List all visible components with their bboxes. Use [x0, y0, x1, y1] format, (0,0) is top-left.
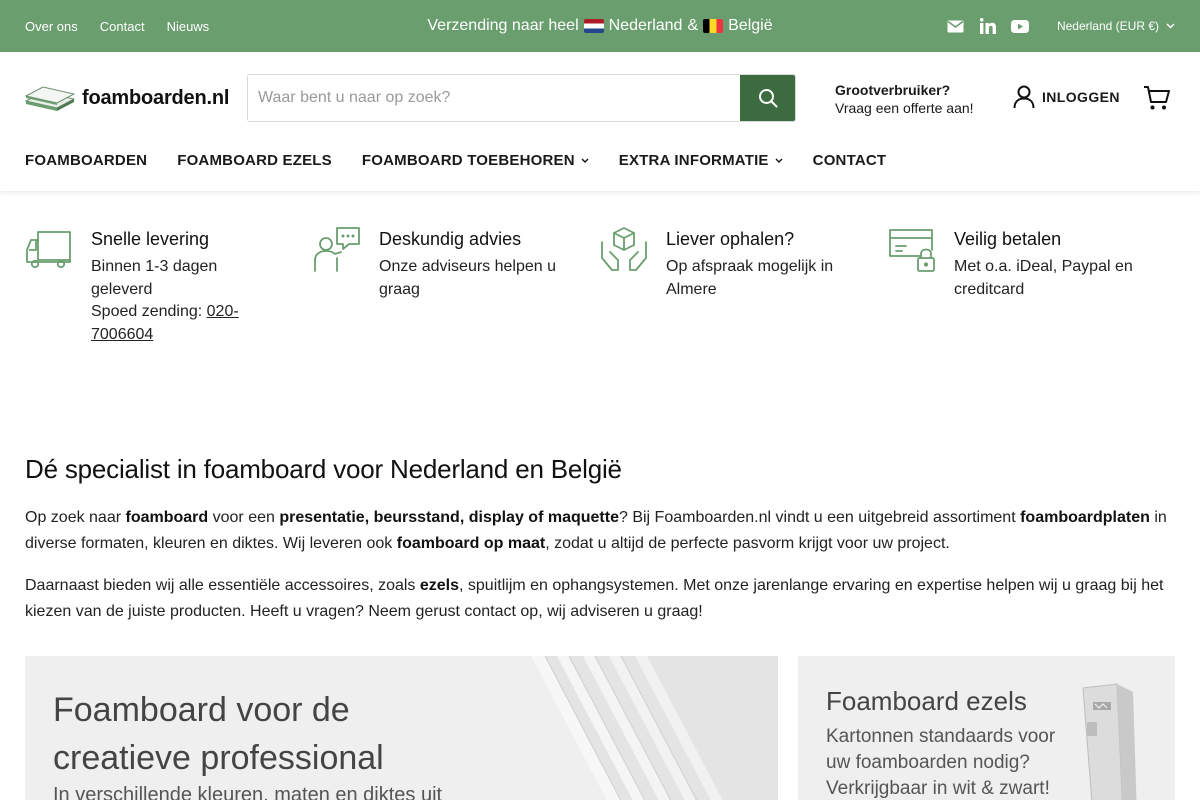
foamboard-stack-logo-icon [25, 86, 75, 111]
main-nav: FOAMBOARDEN FOAMBOARD EZELS FOAMBOARD TO… [25, 152, 886, 169]
usp-title: Snelle levering [91, 229, 210, 249]
usp-title: Deskundig advies [379, 229, 522, 249]
intro-bold: ezels [419, 577, 460, 594]
search-input[interactable] [248, 75, 740, 121]
intro-section: Dé specialist in foamboard voor Nederlan… [25, 454, 1175, 641]
nav-label: EXTRA INFORMATIE [618, 152, 769, 169]
nav-foamboarden[interactable]: FOAMBOARDEN [25, 152, 147, 169]
announcement-prefix: Verzending naar heel [427, 17, 579, 34]
belgium-flag-icon [703, 19, 724, 33]
tile-text: Kartonnen standaards voor uw foamboarden… [826, 726, 1056, 799]
chevron-down-icon [581, 158, 589, 163]
usp-title: Liever ophalen? [666, 229, 795, 249]
link-nieuws[interactable]: Nieuws [167, 19, 210, 34]
nav-foamboard-ezels[interactable]: FOAMBOARD EZELS [177, 152, 332, 169]
netherlands-flag-icon [583, 19, 604, 33]
intro-paragraph-1: Op zoek naar foamboard voor een presenta… [25, 505, 1175, 557]
intro-paragraph-2: Daarnaast bieden wij alle essentiële acc… [25, 573, 1175, 625]
top-right: Nederland (EUR €) [947, 0, 1175, 52]
linkedin-icon[interactable] [979, 17, 997, 35]
site-link[interactable]: Foamboarden.nl [655, 509, 772, 526]
intro-text: , zodat u altijd de perfecte pasvorm kri… [545, 535, 950, 552]
cart-icon [1144, 86, 1170, 110]
bulk-buyer-cta[interactable]: Grootverbruiker? Vraag een offerte aan! [835, 81, 974, 117]
card-lock-icon [889, 229, 935, 272]
nav-foamboard-toebehoren[interactable]: FOAMBOARD TOEBEHOREN [362, 152, 589, 169]
tile-title: Foamboard ezels [826, 686, 1027, 716]
intro-text: vindt u een uitgebreid assortiment [771, 509, 1021, 526]
search-button[interactable] [740, 75, 795, 121]
top-bar: Over ons Contact Nieuws Verzending naar … [0, 0, 1200, 52]
link-over-ons[interactable]: Over ons [25, 19, 78, 34]
chevron-down-icon [1166, 23, 1175, 29]
intro-bold: foamboard [125, 509, 209, 526]
intro-bold: foamboardplaten [1020, 509, 1150, 526]
foamboard-sheets-image [531, 656, 778, 800]
search-icon [758, 89, 777, 108]
intro-text: ? Bij [618, 509, 655, 526]
nav-label: CONTACT [812, 152, 887, 169]
nav-contact[interactable]: CONTACT [813, 152, 887, 169]
announcement-separator: & [687, 17, 699, 34]
intro-text: voor een [208, 509, 280, 526]
user-icon [1013, 85, 1035, 109]
usp-text: Onze adviseurs helpen u graag [379, 258, 556, 298]
rush-shipping-label: Spoed zending: [91, 303, 207, 320]
login-label: INLOGGEN [1042, 89, 1120, 105]
advisor-chat-icon [314, 227, 360, 272]
intro-text: Daarnaast bieden wij alle essentiële acc… [25, 577, 420, 594]
search-bar [247, 74, 796, 122]
usp-rush-line: Spoed zending: 020-7006604 [91, 301, 276, 346]
country-selector[interactable]: Nederland (EUR €) [1057, 19, 1175, 33]
mail-icon[interactable] [947, 17, 965, 35]
link-contact[interactable]: Contact [100, 19, 145, 34]
intro-bold: presentatie, beursstand, display of maqu… [279, 509, 619, 526]
promo-tile-ezels[interactable]: Foamboard ezels Kartonnen standaards voo… [798, 656, 1175, 800]
tile-title: Foamboard voor de creatieve professional [53, 691, 384, 777]
truck-icon [26, 231, 71, 269]
usp-title: Veilig betalen [954, 229, 1062, 249]
intro-text: Op zoek naar [25, 509, 126, 526]
nav-label: FOAMBOARDEN [25, 152, 148, 169]
usp-text: Binnen 1-3 dagen geleverd [91, 258, 218, 298]
announcement-country-1: Nederland [608, 17, 683, 34]
country-selector-label: Nederland (EUR €) [1056, 19, 1159, 33]
chevron-down-icon [775, 158, 783, 163]
usp-text: Met o.a. iDeal, Paypal en creditcard [954, 258, 1133, 298]
site-header: foamboarden.nl Grootverbruiker? Vraag ee… [0, 52, 1200, 191]
easel-stand-image [1082, 683, 1137, 800]
cart-button[interactable] [1143, 85, 1170, 116]
promo-tile-foamboard[interactable]: Foamboard voor de creatieve professional… [25, 656, 778, 800]
nav-label: FOAMBOARD EZELS [177, 152, 332, 169]
intro-bold: foamboard op maat [396, 535, 546, 552]
logo[interactable]: foamboarden.nl [25, 83, 229, 113]
nav-extra-informatie[interactable]: EXTRA INFORMATIE [619, 152, 783, 169]
top-links: Over ons Contact Nieuws [25, 0, 209, 52]
hands-box-icon [601, 227, 647, 271]
youtube-icon[interactable] [1010, 17, 1029, 35]
login-button[interactable]: INLOGGEN [1013, 85, 1120, 109]
logo-text: foamboarden.nl [82, 86, 230, 109]
usp-text: Op afspraak mogelijk in Almere [666, 258, 834, 298]
bulk-buyer-title: Grootverbruiker? [835, 82, 951, 98]
announcement-country-2: België [728, 17, 773, 34]
bulk-buyer-subtitle: Vraag een offerte aan! [835, 100, 974, 116]
nav-label: FOAMBOARD TOEBEHOREN [361, 152, 575, 169]
page-heading: Dé specialist in foamboard voor Nederlan… [25, 454, 622, 484]
tile-subtitle: In verschillende kleuren, maten en dikte… [53, 784, 443, 800]
